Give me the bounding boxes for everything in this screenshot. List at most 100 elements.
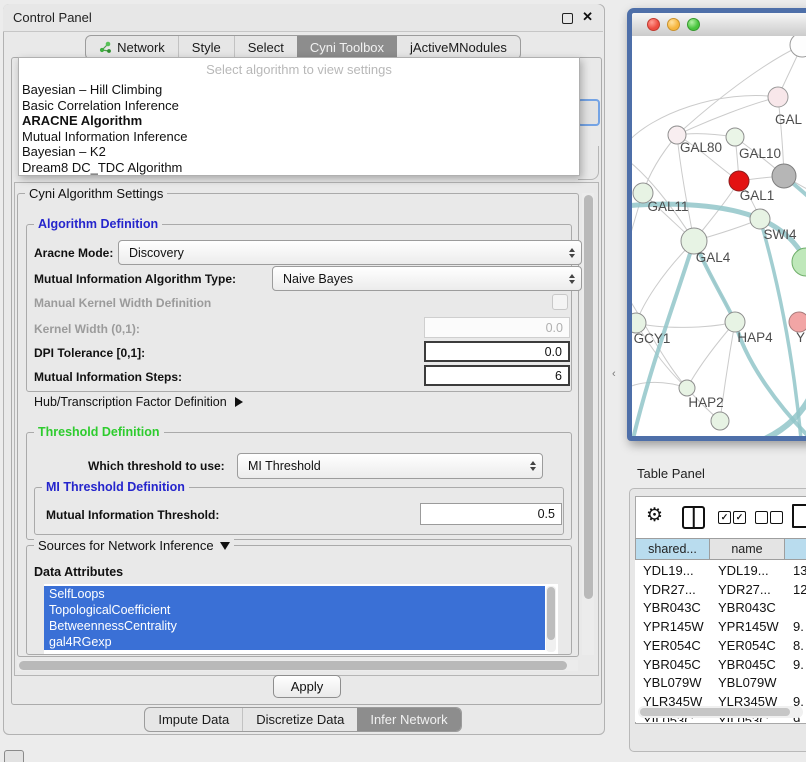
- table-cell[interactable]: 9.: [785, 656, 806, 674]
- algorithm-option-mutual-information-inference[interactable]: Mutual Information Inference: [22, 129, 187, 145]
- column-header-a[interactable]: A: [785, 538, 806, 560]
- table-cell[interactable]: [785, 599, 806, 617]
- file-icon-partial[interactable]: [792, 504, 806, 528]
- tab-discretize-data[interactable]: Discretize Data: [242, 708, 357, 731]
- algorithm-option-basic-correlation-inference[interactable]: Basic Correlation Inference: [22, 98, 179, 114]
- table-horizontal-scroll-thumb[interactable]: [640, 708, 790, 716]
- mi-threshold-label: Mutual Information Threshold:: [46, 508, 219, 522]
- table-panel-title: Table Panel: [637, 466, 705, 481]
- network-edge: [636, 322, 735, 327]
- table-cell[interactable]: YPR145W: [635, 618, 710, 636]
- deselect-all-checkbox-icon[interactable]: [755, 511, 768, 524]
- network-node-top-right[interactable]: [790, 36, 806, 57]
- manual-kernel-checkbox[interactable]: [552, 294, 568, 310]
- network-node-label: GCY1: [634, 331, 671, 346]
- table-cell[interactable]: 9.: [785, 618, 806, 636]
- tab-infer-network[interactable]: Infer Network: [357, 708, 460, 731]
- which-threshold-select[interactable]: MI Threshold: [237, 453, 543, 479]
- attributes-list-scrollbar[interactable]: [546, 586, 556, 652]
- network-node-hap2[interactable]: [679, 380, 695, 396]
- data-attributes-list[interactable]: SelfLoopsTopologicalCoefficientBetweenne…: [44, 584, 558, 654]
- algorithm-option-aracne-algorithm[interactable]: ARACNE Algorithm: [22, 113, 142, 129]
- deselect-all-checkbox-icon-2[interactable]: [770, 511, 783, 524]
- close-traffic-light-icon[interactable]: [647, 18, 660, 31]
- bottom-tabbar-wrap: Impute DataDiscretize DataInfer Network: [3, 707, 603, 732]
- settings-vertical-scroll-thumb[interactable]: [584, 195, 593, 599]
- minimize-traffic-light-icon[interactable]: [667, 18, 680, 31]
- network-node-big-green[interactable]: [792, 248, 806, 276]
- column-header-name[interactable]: name: [710, 538, 785, 560]
- table-cell[interactable]: YER054C: [635, 637, 710, 655]
- expand-right-arrow-icon[interactable]: [235, 397, 243, 407]
- data-attribute-item-gal4rgexp[interactable]: gal4RGexp: [44, 634, 545, 650]
- network-node-gcy1[interactable]: [632, 313, 646, 333]
- attributes-scroll-thumb[interactable]: [547, 587, 555, 640]
- table-cell[interactable]: [785, 674, 806, 692]
- network-node-gal-top[interactable]: [768, 87, 788, 107]
- close-icon[interactable]: ✕: [582, 9, 593, 25]
- table-cell[interactable]: YBR043C: [635, 599, 710, 617]
- table-cell[interactable]: YBR045C: [635, 656, 710, 674]
- zoom-traffic-light-icon[interactable]: [687, 18, 700, 31]
- network-node-gal10[interactable]: [726, 128, 744, 146]
- float-window-icon[interactable]: [562, 13, 573, 24]
- algorithm-option-bayesian-k2[interactable]: Bayesian – K2: [22, 144, 106, 160]
- column-header-shared[interactable]: shared...: [635, 538, 710, 560]
- table-cell[interactable]: YBR045C: [710, 656, 785, 674]
- table-cell[interactable]: YBL079W: [635, 674, 710, 692]
- network-edge: [632, 95, 778, 144]
- kernel-width-input[interactable]: [424, 317, 570, 338]
- select-all-checkbox-icon[interactable]: ✓: [718, 511, 731, 524]
- network-node-label: GAL4: [696, 250, 731, 265]
- table-cell[interactable]: YDR27...: [635, 581, 710, 599]
- table-cell[interactable]: YER054C: [710, 637, 785, 655]
- table-cell[interactable]: 13: [785, 562, 806, 580]
- tab-cyni-toolbox[interactable]: Cyni Toolbox: [297, 36, 397, 59]
- sources-label-row: Sources for Network Inference: [34, 538, 234, 553]
- network-node-pink-y[interactable]: [789, 312, 806, 332]
- combo-stepper-icon: [569, 248, 575, 258]
- algorithm-option-dream8-dc-tdc-algorithm[interactable]: Dream8 DC_TDC Algorithm: [22, 160, 182, 176]
- network-node-gray-node[interactable]: [772, 164, 796, 188]
- table-cell[interactable]: 12: [785, 581, 806, 599]
- table-cell[interactable]: YPR145W: [710, 618, 785, 636]
- tab-impute-data[interactable]: Impute Data: [145, 708, 242, 731]
- mi-steps-input[interactable]: [424, 365, 570, 386]
- table-settings-gear-icon[interactable]: ⚙: [646, 504, 663, 527]
- network-node-bottom[interactable]: [711, 412, 729, 430]
- data-attribute-item-topologicalcoefficient[interactable]: TopologicalCoefficient: [44, 602, 545, 618]
- aracne-mode-select[interactable]: Discovery: [118, 240, 582, 265]
- collapse-down-arrow-icon[interactable]: [220, 542, 230, 550]
- combo-stepper-icon: [569, 274, 575, 284]
- tab-jactivemnodules[interactable]: jActiveMNodules: [397, 36, 520, 59]
- data-attribute-item-betweennesscentrality[interactable]: BetweennessCentrality: [44, 618, 545, 634]
- apply-button[interactable]: Apply: [273, 675, 341, 698]
- algorithm-option-bayesian-hill-climbing[interactable]: Bayesian – Hill Climbing: [22, 82, 162, 98]
- table-cell[interactable]: YDL19...: [710, 562, 785, 580]
- tab-network[interactable]: Network: [86, 36, 178, 59]
- mi-threshold-input[interactable]: [420, 503, 562, 525]
- table-cell[interactable]: YBR043C: [710, 599, 785, 617]
- mi-type-select[interactable]: Naive Bayes: [272, 266, 582, 291]
- bottom-left-partial-button[interactable]: [4, 750, 24, 762]
- network-node-swi4[interactable]: [750, 209, 770, 229]
- tab-select[interactable]: Select: [234, 36, 297, 59]
- control-panel-titlebar: Control Panel ✕: [3, 4, 603, 32]
- network-canvas[interactable]: GALGAL80GAL10GAL1GAL11SWI4GAL4GCY1HAP4YH…: [632, 36, 806, 436]
- tab-style[interactable]: Style: [178, 36, 234, 59]
- algorithm-definition-label: Algorithm Definition: [34, 217, 162, 231]
- column-layout-icon[interactable]: [682, 506, 705, 529]
- table-cell[interactable]: YDL19...: [635, 562, 710, 580]
- network-node-hap4[interactable]: [725, 312, 745, 332]
- table-cell[interactable]: YBL079W: [710, 674, 785, 692]
- dpi-tolerance-input[interactable]: [424, 341, 570, 362]
- node-table[interactable]: shared...nameAYDL19...YDL19...13YDR27...…: [635, 538, 806, 722]
- panel-divider-handle[interactable]: ‹: [612, 368, 616, 380]
- table-cell[interactable]: 8.: [785, 637, 806, 655]
- hub-definition-expander[interactable]: Hub/Transcription Factor Definition: [34, 395, 243, 409]
- table-cell[interactable]: YDR27...: [710, 581, 785, 599]
- data-attribute-item-selfloops[interactable]: SelfLoops: [44, 586, 545, 602]
- tab-label: Style: [192, 40, 221, 55]
- settings-horizontal-scroll-thumb[interactable]: [19, 661, 567, 670]
- select-all-checkbox-icon-2[interactable]: ✓: [733, 511, 746, 524]
